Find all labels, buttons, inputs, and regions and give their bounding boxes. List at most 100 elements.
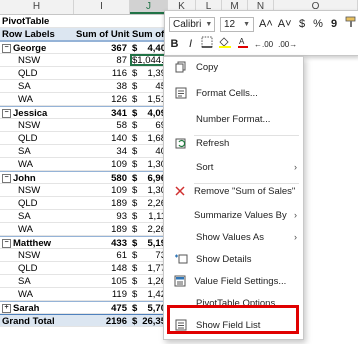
fill-color-icon[interactable] (218, 36, 232, 53)
column-header[interactable]: J (130, 0, 168, 14)
units-cell[interactable]: 189 (74, 197, 130, 209)
menu-item-label: Value Field Settings... (194, 275, 287, 287)
collapse-toggle-icon[interactable]: − (2, 173, 11, 183)
row-label[interactable]: SA (0, 145, 74, 157)
row-labels-header[interactable]: Row Labels (0, 28, 74, 40)
units-cell[interactable]: 58 (74, 119, 130, 131)
menu-icon-placeholder (174, 112, 188, 126)
italic-button[interactable]: I (185, 37, 196, 52)
pivot-title[interactable]: PivotTable (0, 15, 74, 27)
row-label[interactable]: NSW (0, 119, 74, 131)
units-cell[interactable]: 93 (74, 210, 130, 222)
row-label[interactable]: − Matthew (0, 237, 74, 248)
units-cell[interactable]: 109 (74, 184, 130, 196)
row-label-text: QLD (18, 198, 38, 209)
menu-item-number-format[interactable]: Number Format... (164, 109, 303, 129)
row-label[interactable]: WA (0, 93, 74, 105)
font-color-icon[interactable]: A (237, 36, 249, 53)
menu-icon-placeholder (174, 208, 186, 222)
menu-item-show-details[interactable]: Show Details (164, 249, 303, 269)
grand-total-row: Grand Total 2196 $26,35 (0, 314, 168, 327)
shrink-font-button[interactable]: A˅ (278, 17, 292, 32)
units-header[interactable]: Sum of Units (74, 28, 130, 40)
font-size-box[interactable]: 12 ▼ (220, 17, 254, 32)
collapse-toggle-icon[interactable]: − (2, 43, 11, 53)
column-header[interactable]: H (0, 0, 74, 14)
units-cell[interactable]: 189 (74, 223, 130, 235)
row-label-text: NSW (18, 55, 41, 66)
row-label[interactable]: − George (0, 42, 74, 53)
units-cell[interactable]: 38 (74, 80, 130, 92)
collapse-toggle-icon[interactable]: − (2, 108, 11, 118)
currency-symbol: $ (132, 146, 138, 157)
units-cell[interactable]: 61 (74, 249, 130, 261)
units-cell[interactable]: 2196 (74, 315, 130, 326)
sales-cell[interactable]: $4,40 (130, 42, 168, 53)
currency-symbol: $ (132, 43, 138, 53)
units-cell[interactable]: 367 (74, 42, 130, 53)
sales-header[interactable]: Sum of S (130, 28, 168, 40)
units-cell[interactable]: 34 (74, 145, 130, 157)
units-cell[interactable]: 105 (74, 275, 130, 287)
grow-font-button[interactable]: A˄ (259, 17, 273, 32)
column-header[interactable]: I (74, 0, 130, 14)
row-label[interactable]: QLD (0, 262, 74, 274)
row-label[interactable]: QLD (0, 67, 74, 79)
row-label[interactable]: NSW (0, 184, 74, 196)
row-label[interactable]: + Sarah (0, 302, 74, 313)
bold-button[interactable]: B (169, 37, 180, 52)
units-cell[interactable]: 119 (74, 288, 130, 300)
font-name-box[interactable]: Calibri ▼ (169, 17, 215, 32)
row-label[interactable]: Grand Total (0, 315, 74, 326)
units-cell[interactable]: 433 (74, 237, 130, 248)
border-icon[interactable] (201, 36, 213, 53)
row-label-text: SA (18, 81, 31, 92)
units-cell[interactable]: 109 (74, 158, 130, 170)
row-label-text: NSW (18, 120, 41, 131)
row-label[interactable]: − John (0, 172, 74, 183)
row-label-text: WA (18, 159, 33, 170)
units-cell[interactable]: 341 (74, 107, 130, 118)
format-painter-icon[interactable] (345, 16, 357, 33)
row-label[interactable]: SA (0, 210, 74, 222)
units-cell[interactable]: 475 (74, 302, 130, 313)
row-label[interactable]: WA (0, 288, 74, 300)
row-label[interactable]: WA (0, 158, 74, 170)
menu-item-summarize-values-by[interactable]: Summarize Values By › (164, 205, 303, 225)
sales-value: 4,40 (147, 43, 167, 53)
currency-symbol: $ (132, 133, 138, 144)
collapse-toggle-icon[interactable]: − (2, 238, 11, 248)
decrease-decimal-button[interactable]: ←.00 (254, 37, 273, 52)
units-cell[interactable]: 87 (74, 54, 130, 66)
row-label[interactable]: QLD (0, 197, 74, 209)
row-label[interactable]: QLD (0, 132, 74, 144)
increase-decimal-button[interactable]: .00→ (278, 37, 297, 52)
currency-format-button[interactable]: $ (297, 17, 308, 32)
units-cell[interactable]: 148 (74, 262, 130, 274)
units-cell[interactable]: 126 (74, 93, 130, 105)
row-label[interactable]: NSW (0, 249, 74, 261)
units-cell[interactable]: 140 (74, 132, 130, 144)
units-cell[interactable]: 580 (74, 172, 130, 183)
menu-item-value-field-settings[interactable]: Value Field Settings... (164, 271, 303, 291)
expand-toggle-icon[interactable]: + (2, 303, 11, 313)
menu-item-copy[interactable]: Copy (164, 57, 303, 77)
comma-style-button[interactable]: 9 (329, 17, 340, 32)
menu-item-remove-sum-of-sales[interactable]: Remove "Sum of Sales" (164, 181, 303, 201)
row-label[interactable]: − Jessica (0, 107, 74, 118)
remove-icon (174, 184, 186, 198)
row-label[interactable]: WA (0, 223, 74, 235)
menu-item-refresh[interactable]: Refresh (164, 133, 303, 153)
percent-format-button[interactable]: % (313, 17, 324, 32)
show-details-icon (174, 252, 188, 266)
row-label[interactable]: NSW (0, 54, 74, 66)
currency-symbol: $ (132, 211, 138, 222)
menu-item-format-cells[interactable]: Format Cells... (164, 83, 303, 103)
row-label[interactable]: SA (0, 275, 74, 287)
units-cell[interactable]: 116 (74, 67, 130, 79)
refresh-icon (174, 136, 188, 150)
menu-item-label: Format Cells... (196, 87, 258, 99)
menu-item-sort[interactable]: Sort › (164, 157, 303, 177)
row-label[interactable]: SA (0, 80, 74, 92)
menu-item-show-values-as[interactable]: Show Values As › (164, 227, 303, 247)
